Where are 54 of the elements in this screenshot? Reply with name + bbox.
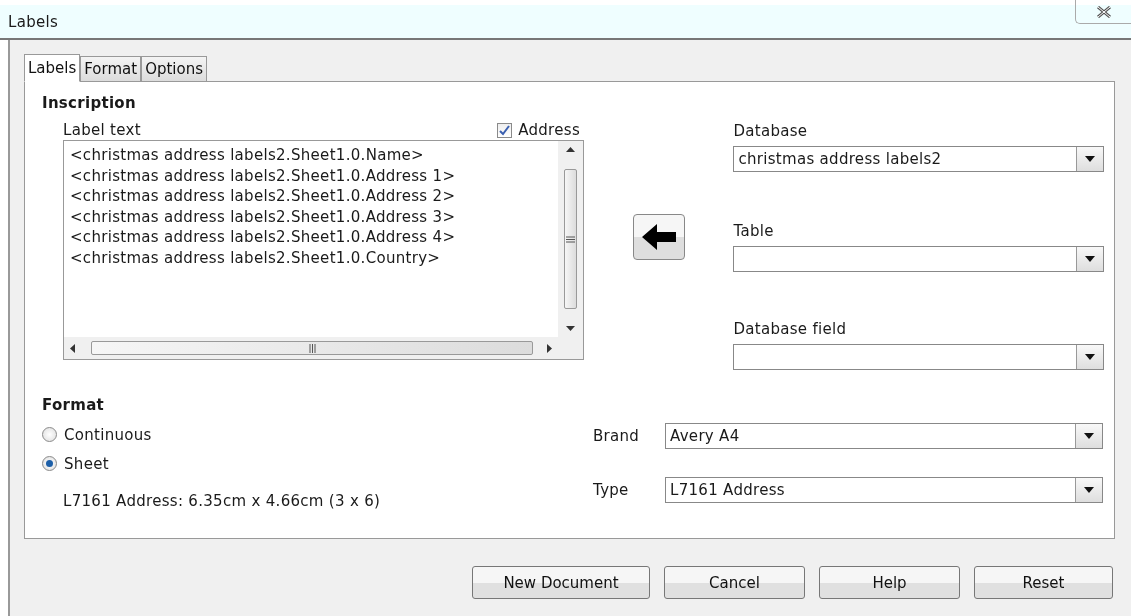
tab[interactable]: Options (141, 56, 208, 82)
scroll-right-icon[interactable] (547, 343, 552, 353)
radio-button[interactable] (42, 456, 57, 471)
format-radio-option[interactable]: Continuous (42, 420, 593, 449)
dialog-button[interactable]: New Document (472, 566, 650, 599)
address-checkbox[interactable]: Address (497, 121, 580, 139)
dropdown-caret-icon (1084, 486, 1094, 493)
dialog-button[interactable]: Help (819, 566, 960, 599)
dropdown-caret-icon (1085, 256, 1095, 262)
label-line: <christmas address labels2.Sheet1.0.Name> (70, 145, 425, 166)
section-heading: Inscription (42, 94, 137, 112)
grip-icon (308, 343, 316, 353)
checkbox[interactable] (497, 122, 513, 138)
dropdown-caret-icon (1085, 156, 1095, 162)
label-line: <christmas address labels2.Sheet1.0.Country> (70, 247, 442, 268)
close-button[interactable] (1075, 0, 1131, 24)
window-title: Labels (8, 12, 59, 31)
label-line: <christmas address labels2.Sheet1.0.Address 1> (70, 165, 457, 186)
label-line: <christmas address labels2.Sheet1.0.Address 4> (70, 227, 457, 248)
scroll-left-icon[interactable] (70, 343, 75, 353)
database-dropdown[interactable]: christmas address labels2 (733, 146, 1104, 172)
label-line: <christmas address labels2.Sheet1.0.Address 2> (70, 186, 457, 207)
left-arrow-icon (641, 224, 676, 250)
database-field-dropdown[interactable] (733, 344, 1104, 370)
table-dropdown[interactable] (733, 246, 1104, 272)
radio-button[interactable] (42, 427, 57, 442)
insert-field-button[interactable] (632, 214, 685, 260)
label-line: <christmas address labels2.Sheet1.0.Address 3> (70, 206, 457, 227)
radio-dot-icon (46, 460, 53, 467)
scroll-up-icon[interactable] (566, 147, 575, 152)
scroll-down-icon[interactable] (566, 326, 575, 331)
type-dropdown[interactable]: L7161 Address (665, 476, 1103, 503)
dropdown-caret-icon (1084, 432, 1094, 439)
label-size-info: L7161 Address: 6.35cm x 4.66cm (3 x 6) (63, 492, 382, 510)
field-label: Database field (733, 320, 848, 340)
grip-icon (566, 235, 575, 243)
close-icon (1095, 5, 1112, 18)
section-heading: Format (42, 396, 106, 414)
field-label: Database (733, 122, 809, 142)
field-label: Type (593, 480, 630, 499)
field-label: Table (733, 222, 775, 242)
dialog-button[interactable]: Reset (974, 566, 1113, 599)
field-label: Brand (593, 426, 641, 445)
tab[interactable]: Labels (24, 54, 81, 82)
brand-dropdown[interactable]: Avery A4 (665, 422, 1103, 449)
dialog-button[interactable]: Cancel (664, 566, 805, 599)
format-radio-option[interactable]: Sheet (42, 449, 593, 478)
horizontal-scrollbar[interactable] (64, 337, 558, 359)
vertical-scrollbar[interactable] (558, 141, 583, 359)
field-label: Label text (63, 121, 141, 139)
dropdown-caret-icon (1085, 354, 1095, 360)
check-icon (499, 124, 511, 136)
tab[interactable]: Format (80, 56, 142, 82)
label-text-box[interactable] (63, 140, 584, 360)
